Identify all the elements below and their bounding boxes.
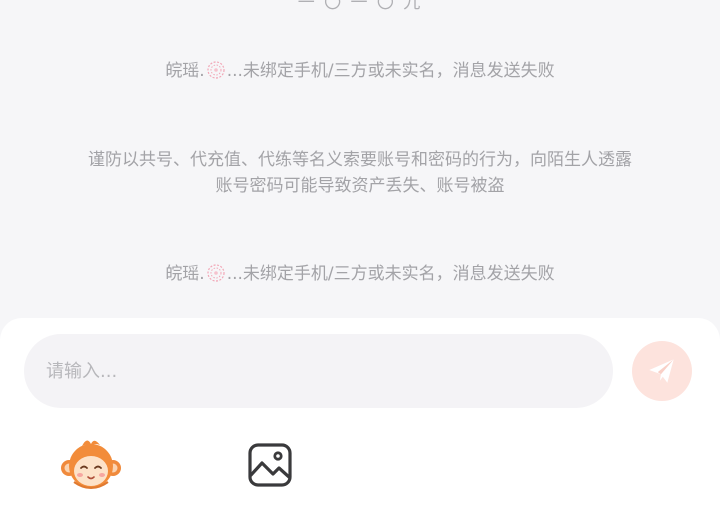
paper-plane-icon xyxy=(649,359,674,383)
image-picker-button[interactable] xyxy=(247,442,293,488)
message-composer xyxy=(0,318,720,509)
system-message-send-failed: 皖瑶. ...未绑定手机/三方或未实名，消息发送失败 xyxy=(40,58,680,84)
message-suffix: ...未绑定手机/三方或未实名，消息发送失败 xyxy=(226,264,555,284)
flower-emoji-icon xyxy=(206,263,226,283)
message-input[interactable] xyxy=(44,359,593,383)
image-gallery-icon xyxy=(248,443,292,487)
message-prefix: 皖瑶. xyxy=(165,264,205,284)
system-message-send-failed: 皖瑶. ...未绑定手机/三方或未实名，消息发送失败 xyxy=(40,261,680,287)
message-prefix: 皖瑶. xyxy=(165,61,205,81)
chat-screen: 一 〇 一 〇 九 皖瑶. ...未绑定手机/三方或未实名，消息发送失败 谨防以… xyxy=(0,0,720,509)
message-suffix: ...未绑定手机/三方或未实名，消息发送失败 xyxy=(226,61,555,81)
emoji-mascot-button[interactable] xyxy=(60,436,122,492)
warning-line-1: 谨防以共号、代充值、代练等名义索要账号和密码的行为，向陌生人透露 xyxy=(88,150,632,170)
send-button[interactable] xyxy=(632,341,692,401)
partial-system-message: 一 〇 一 〇 九 xyxy=(297,0,423,13)
message-input-container[interactable] xyxy=(24,334,613,408)
monkey-mascot-icon xyxy=(61,440,121,489)
flower-emoji-icon xyxy=(206,60,226,80)
warning-line-2: 账号密码可能导致资产丢失、账号被盗 xyxy=(215,176,505,196)
system-message-security-warning: 谨防以共号、代充值、代练等名义索要账号和密码的行为，向陌生人透露 账号密码可能导… xyxy=(40,147,680,199)
